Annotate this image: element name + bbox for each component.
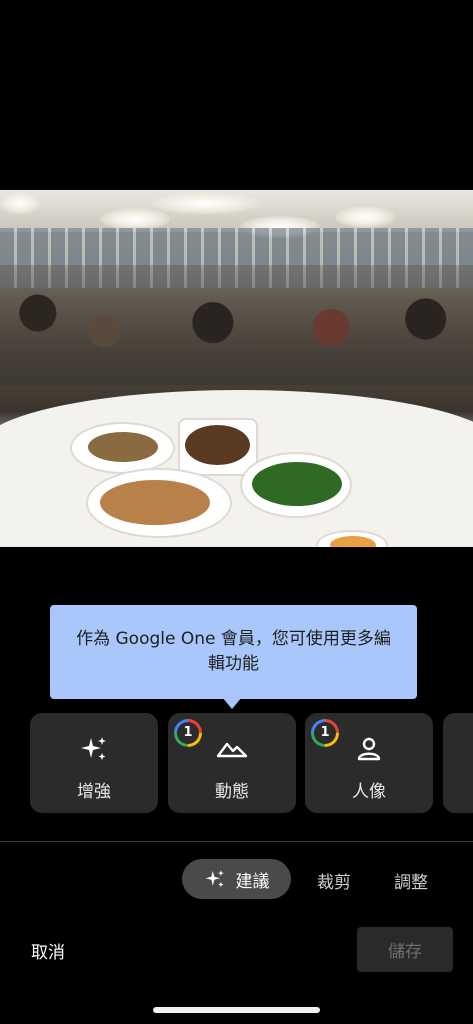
photo-chandelier — [150, 192, 260, 214]
photo-food — [88, 432, 158, 462]
photo-food — [185, 425, 250, 465]
tab-adjust[interactable]: 調整 — [394, 868, 428, 893]
tool-more-card[interactable] — [443, 713, 473, 813]
save-label: 儲存 — [388, 942, 422, 962]
tab-label: 建議 — [235, 871, 270, 892]
home-indicator[interactable] — [153, 1007, 320, 1013]
save-button[interactable]: 儲存 — [357, 927, 453, 972]
tool-label: 動態 — [215, 782, 249, 802]
tool-label: 人像 — [352, 782, 386, 802]
tool-portrait-button[interactable]: 1 人像 — [305, 713, 433, 813]
tab-crop[interactable]: 裁剪 — [317, 868, 351, 893]
photo-diners — [0, 265, 473, 385]
tool-label: 增強 — [77, 782, 111, 802]
sparkle-icon — [204, 870, 224, 888]
photo-chandelier — [335, 206, 395, 228]
cancel-button[interactable]: 取消 — [31, 938, 65, 963]
photo-chandelier — [0, 192, 40, 214]
tooltip-text: 作為 Google One 會員，您可使用更多編輯功能 — [76, 629, 391, 674]
google-one-tooltip: 作為 Google One 會員，您可使用更多編輯功能 — [50, 605, 417, 699]
portrait-icon — [305, 735, 433, 763]
divider — [0, 841, 473, 842]
tool-enhance-button[interactable]: 增強 — [30, 713, 158, 813]
photo-food — [252, 462, 342, 506]
tooltip-arrow — [222, 697, 242, 709]
photo-editor-screen: 作為 Google One 會員，您可使用更多編輯功能 增強 1 動態 1 人像… — [0, 0, 473, 1024]
sparkle-icon — [30, 735, 158, 763]
photo-preview[interactable] — [0, 190, 473, 547]
mountain-icon — [168, 735, 296, 763]
photo-chandelier — [100, 208, 170, 230]
edit-tools-row: 增強 1 動態 1 人像 — [30, 713, 473, 813]
photo-food — [330, 536, 376, 547]
tool-dynamic-button[interactable]: 1 動態 — [168, 713, 296, 813]
photo-food — [100, 480, 210, 525]
tab-suggestions[interactable]: 建議 — [182, 859, 291, 899]
